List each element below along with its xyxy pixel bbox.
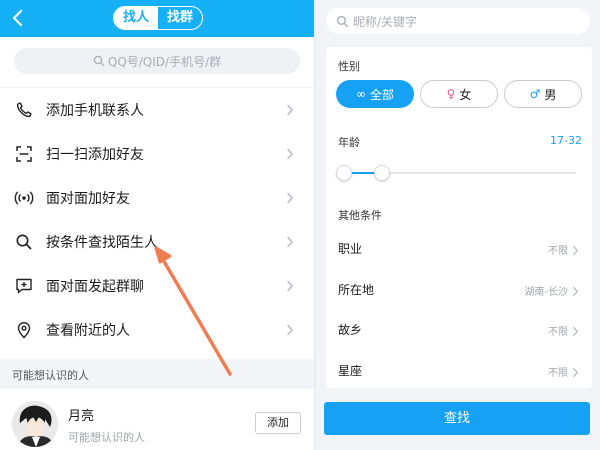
other-conditions-label: 其他条件: [338, 209, 382, 222]
location-pin-icon: [14, 320, 34, 340]
condition-label: 所在地: [338, 283, 375, 297]
menu-item-label: 面对面加好友: [46, 191, 130, 207]
chevron-right-icon: [286, 145, 300, 164]
top-bar: 找人 找群: [0, 0, 314, 37]
condition-value: 不限: [548, 327, 568, 338]
search-area: QQ号/QID/手机号/群: [0, 37, 314, 87]
gender-option-female[interactable]: ♀ 女: [420, 80, 498, 108]
condition-zodiac[interactable]: 星座 不限: [326, 350, 592, 390]
search-icon: [336, 15, 349, 27]
menu-item-label: 扫一扫添加好友: [46, 147, 144, 163]
age-range-value: 17-32: [550, 134, 582, 147]
chevron-right-icon: [572, 282, 582, 301]
conditions-card: 性别 ∞ 全部 ♀ 女 ♂ 男 年龄 17-32 其他条件 职业 不限 所在地: [326, 47, 592, 388]
find-people-panel: 找人 找群 QQ号/QID/手机号/群 添加手机联系人 扫一扫添加好友 面对面加…: [0, 0, 314, 450]
search-placeholder: QQ号/QID/手机号/群: [107, 54, 222, 69]
add-friend-button[interactable]: 添加: [255, 412, 301, 434]
menu-item-add-phone-contacts[interactable]: 添加手机联系人: [0, 88, 314, 132]
infinity-icon: ∞: [355, 87, 366, 101]
search-placeholder: 昵称/关键字: [353, 14, 418, 29]
chevron-right-icon: [286, 321, 300, 340]
chevron-right-icon: [572, 241, 582, 260]
person-name: 月亮: [68, 409, 95, 424]
menu-item-search-strangers[interactable]: 按条件查找陌生人: [0, 220, 314, 264]
menu-item-label: 按条件查找陌生人: [46, 235, 158, 251]
menu-item-face-to-face-group[interactable]: 面对面发起群聊: [0, 264, 314, 308]
chevron-right-icon: [286, 277, 300, 296]
tab-find-groups[interactable]: 找群: [158, 7, 202, 29]
gender-label: 性别: [338, 60, 360, 73]
find-type-toggle: 找人 找群: [113, 6, 203, 30]
menu-item-scan-add-friend[interactable]: 扫一扫添加好友: [0, 132, 314, 176]
suggestions-header: 可能想认识的人: [0, 359, 314, 389]
phone-icon: [14, 100, 34, 120]
scan-icon: [14, 144, 34, 164]
suggested-person-row[interactable]: 月亮 可能想认识的人 添加: [0, 389, 314, 450]
chevron-right-icon: [572, 363, 582, 382]
search-conditions-panel: 昵称/关键字 性别 ∞ 全部 ♀ 女 ♂ 男 年龄 17-32 其他条件 职业 …: [316, 0, 600, 450]
menu-item-label: 查看附近的人: [46, 323, 130, 339]
nearby-signal-icon: [14, 188, 34, 208]
keyword-search-input[interactable]: 昵称/关键字: [326, 8, 590, 34]
gender-option-male[interactable]: ♂ 男: [504, 80, 582, 108]
slider-max-handle[interactable]: [374, 165, 390, 181]
avatar[interactable]: [12, 401, 58, 447]
find-button[interactable]: 查找: [324, 402, 590, 435]
chevron-right-icon: [286, 233, 300, 252]
person-subtitle: 可能想认识的人: [68, 431, 145, 444]
tab-find-people[interactable]: 找人: [114, 7, 158, 29]
male-icon: ♂: [529, 87, 541, 101]
condition-label: 职业: [338, 242, 363, 256]
chevron-right-icon: [572, 322, 582, 341]
search-input[interactable]: QQ号/QID/手机号/群: [14, 48, 300, 74]
search-icon: [14, 232, 34, 252]
menu-item-label: 面对面发起群聊: [46, 279, 144, 295]
menu-item-face-to-face-friend[interactable]: 面对面加好友: [0, 176, 314, 220]
menu-item-people-nearby[interactable]: 查看附近的人: [0, 308, 314, 352]
condition-location[interactable]: 所在地 湖南-长沙: [326, 269, 592, 309]
group-chat-icon: [14, 276, 34, 296]
female-icon: ♀: [446, 87, 456, 101]
condition-value: 不限: [548, 368, 568, 379]
condition-occupation[interactable]: 职业 不限: [326, 228, 592, 268]
gender-option-all[interactable]: ∞ 全部: [336, 80, 414, 108]
chevron-right-icon: [286, 189, 300, 208]
gender-option-label: 女: [459, 87, 472, 102]
age-label: 年龄: [338, 136, 360, 149]
condition-value: 不限: [548, 246, 568, 257]
slider-min-handle[interactable]: [336, 165, 352, 181]
chevron-right-icon: [286, 101, 300, 120]
gender-option-label: 男: [544, 87, 557, 102]
condition-hometown[interactable]: 故乡 不限: [326, 309, 592, 349]
back-icon[interactable]: [8, 7, 30, 29]
condition-label: 故乡: [338, 323, 363, 337]
condition-value: 湖南-长沙: [524, 287, 568, 298]
menu-item-label: 添加手机联系人: [46, 103, 144, 119]
age-range-slider[interactable]: [336, 165, 576, 181]
search-icon: [93, 55, 105, 67]
gender-option-label: 全部: [369, 87, 394, 102]
condition-label: 星座: [338, 364, 363, 378]
section-title: 可能想认识的人: [12, 369, 89, 382]
add-options-list: 添加手机联系人 扫一扫添加好友 面对面加好友 按条件查找陌生人 面对面发起群聊 …: [0, 88, 314, 352]
